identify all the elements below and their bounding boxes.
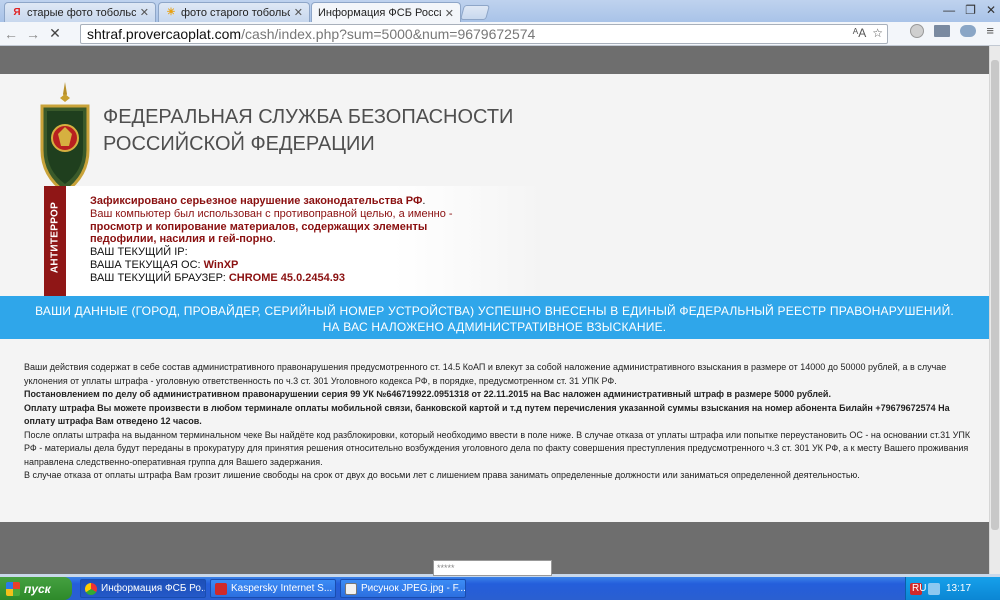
scrollbar-thumb[interactable] [991, 60, 999, 530]
network-tray-icon[interactable] [928, 582, 940, 595]
yandex-icon: Я [13, 7, 21, 18]
web-page: ФЕДЕРАЛЬНАЯ СЛУЖБА БЕЗОПАСНОСТИ РОССИЙСК… [0, 46, 989, 574]
page-scrollbar[interactable] [989, 46, 1000, 574]
alert-line-4: педофилии, насилия и гей-порно [90, 233, 273, 246]
forward-button[interactable]: → [22, 24, 44, 44]
tab-title: старые фото тобольска — [27, 6, 136, 19]
alert-headline: Зафиксировано серьезное нарушение законо… [90, 195, 423, 207]
tab-fsb-info[interactable]: Информация ФСБ России :: ✕ [311, 2, 461, 23]
paint-icon [345, 582, 357, 595]
language-indicator[interactable]: RU [912, 583, 926, 594]
antiterror-label: АНТИТЕРРОР [49, 201, 61, 274]
agency-title: ФЕДЕРАЛЬНАЯ СЛУЖБА БЕЗОПАСНОСТИ РОССИЙСК… [103, 104, 513, 158]
alert-line-2: Ваш компьютер был использован с противоп… [90, 207, 453, 220]
browser-tab-strip: Я старые фото тобольска — ✕ ☀ фото старо… [0, 0, 1000, 23]
sun-icon: ☀ [166, 7, 176, 18]
browser-label: ВАШ ТЕКУЩИЙ БРАУЗЕР: [90, 271, 226, 284]
stop-button[interactable]: ✕ [44, 24, 66, 44]
start-label: пуск [24, 581, 51, 596]
unlock-code-input[interactable] [433, 560, 552, 576]
translate-icon[interactable]: ᴬA [853, 26, 866, 40]
menu-icon[interactable]: ≡ [986, 23, 994, 38]
cloud-icon[interactable] [960, 24, 977, 37]
task-label: Информация ФСБ Ро... [101, 583, 206, 594]
close-tab-icon[interactable]: ✕ [294, 6, 303, 19]
notice-paragraph-1: Ваши действия содержат в себе состав адм… [24, 362, 947, 386]
url-path: /cash/index.php?sum=5000&num=9679672574 [241, 26, 536, 42]
maximize-icon[interactable]: ❐ [965, 3, 976, 17]
task-kaspersky[interactable]: Kaspersky Internet S... [210, 579, 336, 598]
mail-icon[interactable] [934, 24, 951, 37]
close-window-icon[interactable]: ✕ [986, 3, 996, 17]
alert-panel: АНТИТЕРРОР Зафиксировано серьезное наруш… [44, 186, 544, 296]
task-label: Рисунок JPEG.jpg - F... [361, 583, 466, 594]
tab-yandex-search-2[interactable]: ☀ фото старого тобольска - Я ✕ [158, 2, 310, 22]
notice-paragraph-3: Оплату штрафа Вы можете произвести в люб… [24, 402, 950, 427]
close-tab-icon[interactable]: ✕ [445, 7, 454, 20]
notice-paragraph-4: После оплаты штрафа на выданном терминал… [24, 429, 971, 467]
clock[interactable]: 13:17 [946, 583, 971, 594]
task-chrome[interactable]: Информация ФСБ Ро... [80, 579, 206, 598]
windows-logo-icon [6, 581, 20, 596]
browser-toolbar: ← → ✕ shtraf.provercaoplat.com/cash/inde… [0, 22, 1000, 46]
banner-line-2: НА ВАС НАЛОЖЕНО АДМИНИСТРАТИВНОЕ ВЗЫСКАН… [322, 320, 667, 334]
alert-text: Зафиксировано серьезное нарушение законо… [90, 195, 453, 284]
kaspersky-icon [215, 582, 227, 595]
os-label: ВАША ТЕКУЩАЯ ОС: [90, 258, 201, 271]
os-value: WinXP [203, 258, 239, 271]
notice-paragraph-2: Постановлением по делу об административн… [24, 389, 831, 399]
window-controls: — ❐ ✕ [943, 0, 996, 20]
agency-line-2: РОССИЙСКОЙ ФЕДЕРАЦИИ [103, 133, 375, 155]
new-tab-button[interactable] [459, 5, 491, 20]
banner-line-1: ВАШИ ДАННЫЕ (ГОРОД, ПРОВАЙДЕР, СЕРИЙНЫЙ … [35, 304, 954, 318]
chrome-icon [85, 582, 97, 595]
extension-icon[interactable] [910, 23, 925, 38]
registry-banner: ВАШИ ДАННЫЕ (ГОРОД, ПРОВАЙДЕР, СЕРИЙНЫЙ … [0, 296, 989, 339]
antiterror-stripe: АНТИТЕРРОР [44, 186, 66, 296]
page-top-band [0, 46, 989, 74]
notice-paragraph-5: В случае отказа от оплаты штрафа Вам гро… [24, 470, 860, 480]
agency-line-1: ФЕДЕРАЛЬНАЯ СЛУЖБА БЕЗОПАСНОСТИ [103, 106, 514, 128]
url-host: shtraf.provercaoplat.com [87, 26, 242, 42]
address-bar[interactable]: shtraf.provercaoplat.com/cash/index.php?… [80, 24, 888, 44]
back-button[interactable]: ← [0, 24, 22, 44]
bookmark-star-icon[interactable]: ☆ [872, 26, 883, 40]
windows-taskbar: пуск Информация ФСБ Ро... Kaspersky Inte… [0, 577, 1000, 600]
task-label: Kaspersky Internet S... [231, 583, 333, 594]
fine-notice-text: Ваши действия содержат в себе состав адм… [24, 361, 974, 483]
alert-line-3: просмотр и копирование материалов, содер… [90, 220, 428, 233]
close-tab-icon[interactable]: ✕ [140, 6, 149, 19]
start-button[interactable]: пуск [0, 577, 72, 600]
tab-title: Информация ФСБ России :: [318, 7, 441, 19]
browser-value: CHROME 45.0.2454.93 [228, 271, 345, 284]
minimize-icon[interactable]: — [943, 3, 955, 17]
task-paint[interactable]: Рисунок JPEG.jpg - F... [340, 579, 466, 598]
ip-label: ВАШ ТЕКУЩИЙ IP: [90, 246, 188, 259]
tab-title: фото старого тобольска - Я [181, 6, 290, 19]
tab-yandex-search-1[interactable]: Я старые фото тобольска — ✕ [4, 2, 156, 22]
